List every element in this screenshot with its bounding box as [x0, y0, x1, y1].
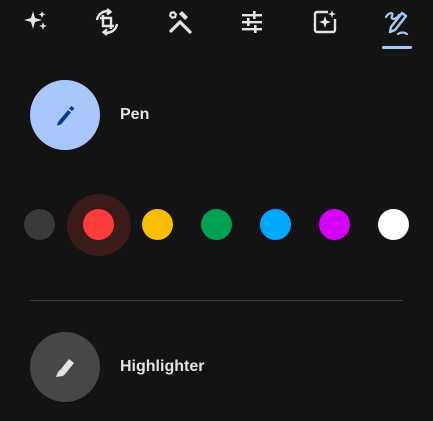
highlighter-tool-row[interactable]: Highlighter [30, 332, 204, 402]
editor-toolbar [0, 0, 433, 50]
color-swatch-blue[interactable] [260, 209, 291, 240]
filter-sparkle-icon [313, 10, 337, 34]
tool-tools[interactable] [160, 2, 200, 42]
tool-crop-rotate[interactable] [87, 2, 127, 42]
highlighter-button[interactable] [30, 332, 100, 402]
markup-icon [384, 11, 409, 36]
sparkle-icon [24, 11, 47, 30]
color-swatch-red[interactable] [83, 209, 114, 240]
color-swatch-dark-gray[interactable] [24, 209, 55, 240]
color-swatch-white[interactable] [378, 209, 409, 240]
markup-panel: Pen Highlighter [0, 0, 433, 421]
tool-filters[interactable] [305, 2, 345, 42]
divider [30, 300, 403, 301]
pen-icon [57, 106, 75, 126]
tool-markup[interactable] [377, 2, 417, 42]
highlighter-label: Highlighter [120, 358, 205, 375]
color-swatch-purple[interactable] [319, 209, 350, 240]
tool-adjust[interactable] [232, 2, 272, 42]
pen-label: Pen [120, 106, 150, 123]
tools-icon [169, 11, 192, 34]
highlighter-icon [56, 359, 74, 377]
pen-button[interactable] [30, 80, 100, 150]
sliders-icon [242, 11, 262, 33]
color-swatch-yellow[interactable] [142, 209, 173, 240]
pen-tool-row[interactable]: Pen [30, 80, 149, 150]
color-palette [0, 194, 433, 256]
active-tool-indicator [382, 46, 412, 49]
color-swatch-green[interactable] [201, 209, 232, 240]
crop-rotate-icon [95, 8, 119, 36]
tool-magic[interactable] [16, 2, 56, 42]
